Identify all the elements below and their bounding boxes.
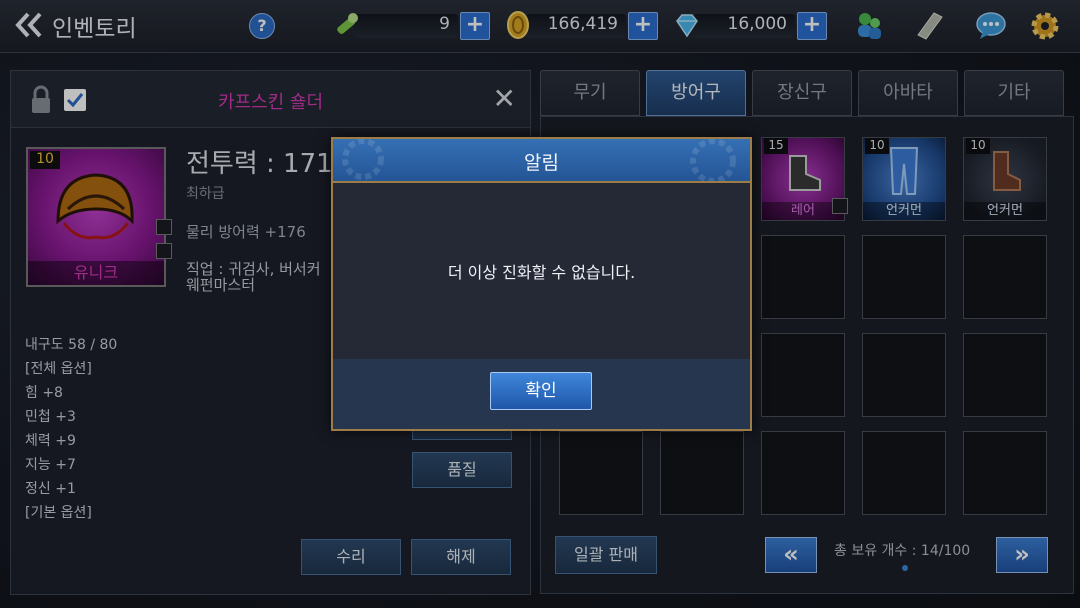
dialog-message: 더 이상 진화할 수 없습니다.: [447, 263, 636, 282]
dialog-title: 알림: [524, 152, 559, 174]
confirm-button[interactable]: 확인: [490, 372, 592, 410]
dialog-header: 알림: [333, 139, 750, 183]
alert-dialog: 알림 더 이상 진화할 수 없습니다. 확인: [331, 137, 752, 431]
